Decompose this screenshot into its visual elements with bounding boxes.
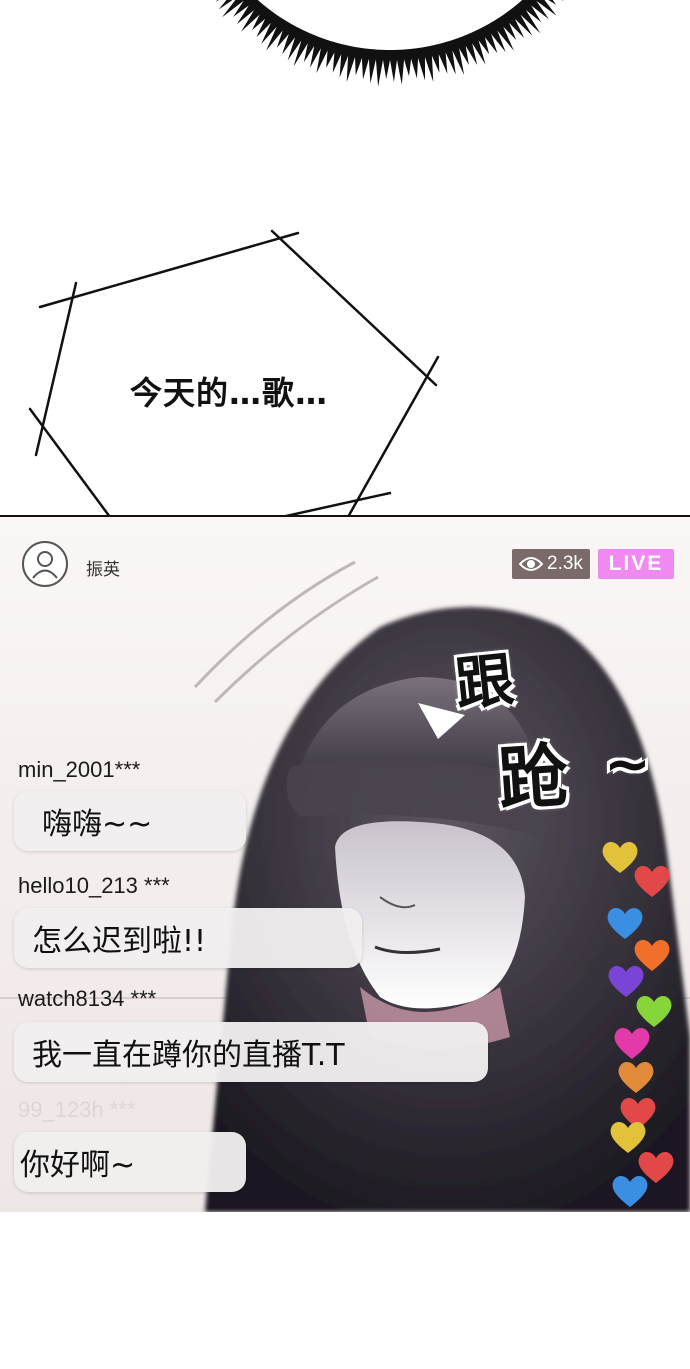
heart-icon [618,1062,654,1093]
speech-text: 今天的…歌… [130,374,329,412]
heart-icon [636,996,672,1027]
heart-icon [612,1176,648,1207]
heart-icon [634,866,670,897]
floating-hearts [0,517,690,1212]
livestream-panel: 振英 2.3k LIVE 跟 跄 ~ min_2001*** 嗨嗨~~ hell… [0,515,690,1212]
heart-icon [614,1028,650,1059]
spiky-burst-decoration [215,0,564,87]
heart-icon [607,908,643,939]
